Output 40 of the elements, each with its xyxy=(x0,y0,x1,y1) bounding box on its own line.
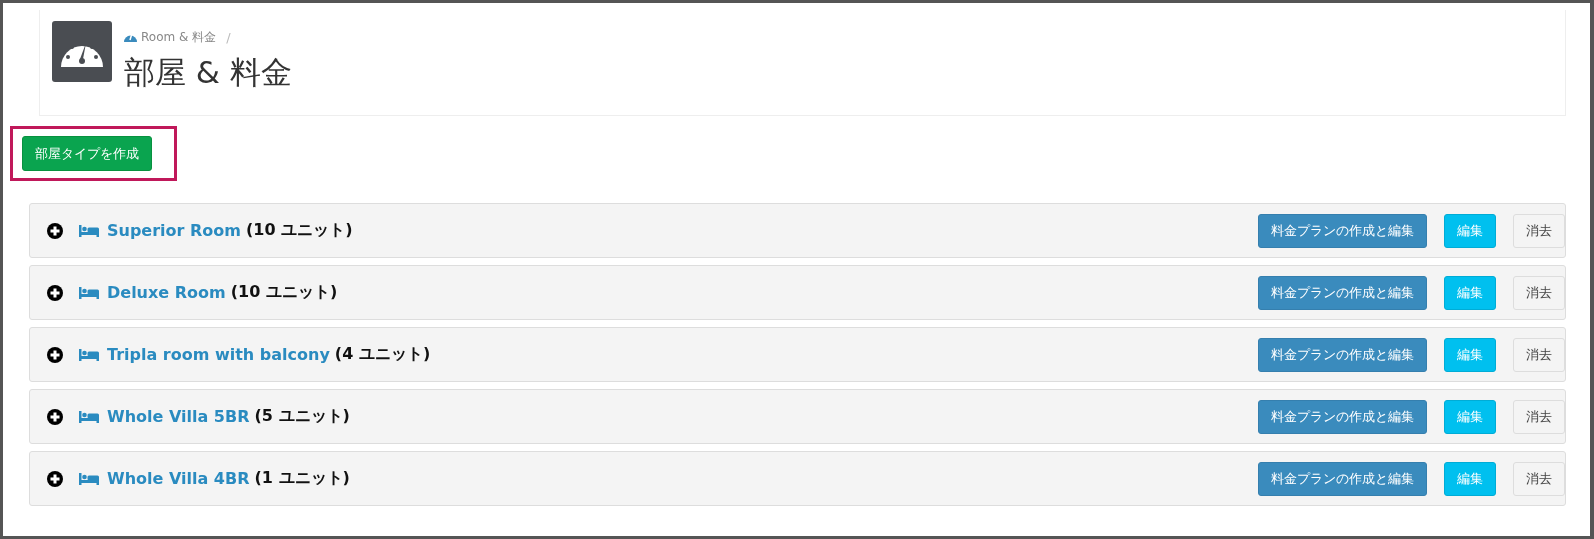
delete-button[interactable]: 消去 xyxy=(1513,461,1565,496)
delete-button[interactable]: 消去 xyxy=(1513,213,1565,248)
rate-plan-button[interactable]: 料金プランの作成と編集 xyxy=(1258,275,1427,310)
delete-button[interactable]: 消去 xyxy=(1513,399,1565,434)
edit-button[interactable]: 編集 xyxy=(1444,213,1496,248)
bed-icon xyxy=(79,472,99,485)
delete-button[interactable]: 消去 xyxy=(1513,275,1565,310)
room-name-link[interactable]: Tripla room with balcony xyxy=(107,345,330,364)
room-name-link[interactable]: Whole Villa 4BR xyxy=(107,469,250,488)
plus-circle-icon[interactable] xyxy=(47,222,63,239)
unit-count: (4 ユニット) xyxy=(334,344,431,365)
edit-button[interactable]: 編集 xyxy=(1444,337,1496,372)
dashboard-icon xyxy=(124,32,137,43)
unit-count: (10 ユニット) xyxy=(246,220,353,241)
unit-count: (1 ユニット) xyxy=(254,468,350,489)
unit-count: (5 ユニット) xyxy=(254,406,350,427)
plus-circle-icon[interactable] xyxy=(47,346,63,363)
plus-circle-icon[interactable] xyxy=(47,284,63,301)
delete-button[interactable]: 消去 xyxy=(1513,337,1565,372)
breadcrumb-link[interactable]: Room & 料金 xyxy=(141,29,217,46)
edit-button[interactable]: 編集 xyxy=(1444,275,1496,310)
bed-icon xyxy=(79,410,99,423)
room-name-link[interactable]: Whole Villa 5BR xyxy=(107,407,250,426)
room-name-link[interactable]: Deluxe Room xyxy=(107,283,226,302)
room-name-link[interactable]: Superior Room xyxy=(107,221,242,240)
edit-button[interactable]: 編集 xyxy=(1444,461,1496,496)
edit-button[interactable]: 編集 xyxy=(1444,399,1496,434)
rate-plan-button[interactable]: 料金プランの作成と編集 xyxy=(1258,399,1427,434)
plus-circle-icon[interactable] xyxy=(47,408,63,425)
rate-plan-button[interactable]: 料金プランの作成と編集 xyxy=(1258,213,1427,248)
breadcrumb-separator: / xyxy=(226,30,231,45)
bed-icon xyxy=(79,348,99,361)
bed-icon xyxy=(79,286,99,299)
rate-plan-button[interactable]: 料金プランの作成と編集 xyxy=(1258,337,1427,372)
create-room-type-button[interactable]: 部屋タイプを作成 xyxy=(22,136,152,171)
unit-count: (10 ユニット) xyxy=(230,282,338,303)
page-title: 部屋 & 料金 xyxy=(124,53,292,92)
rate-plan-button[interactable]: 料金プランの作成と編集 xyxy=(1258,461,1427,496)
bed-icon xyxy=(79,224,99,237)
plus-circle-icon[interactable] xyxy=(47,470,63,487)
